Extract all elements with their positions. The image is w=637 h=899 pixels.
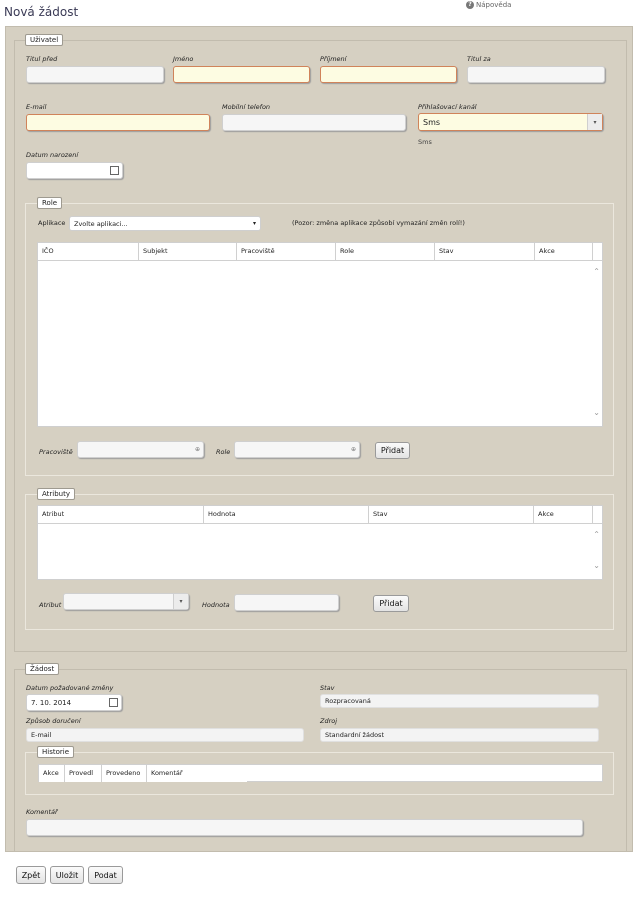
column-header-ico[interactable]: IČO — [38, 243, 139, 260]
history-table: Akce Provedl Provedeno Komentář — [38, 764, 603, 782]
mobile-label: Mobilní telefon — [222, 103, 271, 111]
change-date-label: Datum požadované změny — [26, 684, 114, 692]
save-button[interactable]: Uložit — [50, 866, 84, 884]
column-header-state[interactable]: Stav — [369, 506, 534, 523]
scroll-up-icon[interactable]: ⌃ — [593, 530, 600, 539]
source-value: Standardní žádost — [320, 728, 599, 742]
attributes-table-header: Atribut Hodnota Stav Akce — [38, 506, 602, 524]
help-label: Nápověda — [476, 1, 512, 9]
change-date-input[interactable]: 7. 10. 2014 — [26, 694, 122, 711]
delivery-label: Způsob doručení — [26, 717, 81, 725]
back-button[interactable]: Zpět — [16, 866, 46, 884]
birth-date-label: Datum narození — [26, 151, 79, 159]
app-select[interactable]: Zvolte aplikaci... ▾ — [69, 216, 261, 231]
column-header-role[interactable]: Role — [336, 243, 435, 260]
column-header-subject[interactable]: Subjekt — [139, 243, 237, 260]
app-select-value: Zvolte aplikaci... — [74, 219, 128, 228]
column-header-attribute[interactable]: Atribut — [38, 506, 204, 523]
attribute-label: Atribut — [39, 601, 62, 609]
workplace-lookup[interactable]: ⊕ — [77, 441, 204, 458]
attributes-legend: Atributy — [37, 488, 75, 500]
user-legend: Uživatel — [25, 34, 64, 46]
login-channel-label: Přihlašovací kanál — [418, 103, 477, 111]
title-before-label: Titul před — [26, 55, 58, 63]
help-link[interactable]: ? Nápověda — [466, 1, 511, 9]
source-value-text: Standardní žádost — [325, 731, 384, 739]
column-header-action[interactable]: Akce — [39, 765, 65, 782]
value-input[interactable] — [234, 594, 339, 611]
delivery-value-text: E-mail — [31, 731, 52, 739]
history-legend: Historie — [37, 746, 75, 758]
roles-table-header: IČO Subjekt Pracoviště Role Stav Akce — [38, 243, 602, 261]
scroll-down-icon[interactable]: ⌄ — [593, 408, 600, 417]
chevron-down-icon: ▾ — [252, 220, 256, 227]
delivery-value: E-mail — [26, 728, 304, 742]
source-label: Zdroj — [320, 717, 338, 725]
calendar-icon[interactable] — [109, 698, 118, 707]
change-date-value: 7. 10. 2014 — [31, 698, 72, 707]
login-channel-value: Sms — [423, 117, 441, 127]
state-label: Stav — [320, 684, 335, 692]
request-legend: Žádost — [25, 663, 60, 675]
title-before-input[interactable] — [26, 66, 164, 83]
calendar-icon[interactable] — [110, 166, 119, 175]
link-icon[interactable]: ⊕ — [195, 446, 200, 453]
chevron-down-icon[interactable]: ▾ — [173, 594, 188, 609]
login-channel-select[interactable]: Sms ▾ — [418, 113, 603, 131]
link-icon[interactable]: ⊕ — [351, 446, 356, 453]
value-label: Hodnota — [202, 601, 230, 609]
add-attribute-button[interactable]: Přidat — [373, 595, 409, 612]
roles-table: IČO Subjekt Pracoviště Role Stav Akce ⌃ … — [37, 242, 603, 427]
column-header-value[interactable]: Hodnota — [204, 506, 369, 523]
title-after-input[interactable] — [467, 66, 605, 83]
mobile-input[interactable] — [222, 114, 406, 131]
state-value: Rozpracovaná — [320, 694, 599, 708]
page-title: Nová žádost — [4, 5, 79, 19]
column-header-performed-by[interactable]: Provedl — [65, 765, 102, 782]
comment-input[interactable] — [26, 819, 583, 836]
submit-button[interactable]: Podat — [88, 866, 123, 884]
column-header-action[interactable]: Akce — [535, 243, 593, 260]
column-header-performed-at[interactable]: Provedeno — [102, 765, 147, 782]
first-name-input[interactable] — [173, 66, 310, 83]
column-header-state[interactable]: Stav — [435, 243, 535, 260]
column-header-comment[interactable]: Komentář — [147, 765, 247, 782]
app-warning: (Pozor: změna aplikace způsobí vymazání … — [292, 219, 465, 227]
login-channel-note: Sms — [418, 138, 432, 146]
birth-date-input[interactable] — [26, 162, 123, 179]
comment-label: Komentář — [26, 808, 58, 816]
scroll-up-icon[interactable]: ⌃ — [593, 267, 600, 276]
email-input[interactable] — [26, 114, 210, 131]
attributes-table: Atribut Hodnota Stav Akce ⌃ ⌄ — [37, 505, 603, 580]
first-name-label: Jméno — [173, 55, 194, 63]
column-header-action[interactable]: Akce — [534, 506, 593, 523]
last-name-label: Příjmení — [320, 55, 347, 63]
email-label: E-mail — [26, 103, 47, 111]
roles-legend: Role — [37, 197, 63, 209]
title-after-label: Titul za — [467, 55, 491, 63]
workplace-label: Pracoviště — [39, 448, 73, 456]
app-label: Aplikace — [38, 219, 66, 227]
chevron-down-icon[interactable]: ▾ — [587, 114, 602, 130]
column-header-workplace[interactable]: Pracoviště — [237, 243, 336, 260]
last-name-input[interactable] — [320, 66, 457, 83]
role-label: Role — [216, 448, 231, 456]
help-icon: ? — [466, 1, 474, 9]
add-role-button[interactable]: Přidat — [375, 442, 410, 459]
scroll-down-icon[interactable]: ⌄ — [593, 561, 600, 570]
role-lookup[interactable]: ⊕ — [234, 441, 360, 458]
attribute-select[interactable]: ▾ — [63, 593, 189, 610]
state-value-text: Rozpracovaná — [325, 697, 371, 705]
